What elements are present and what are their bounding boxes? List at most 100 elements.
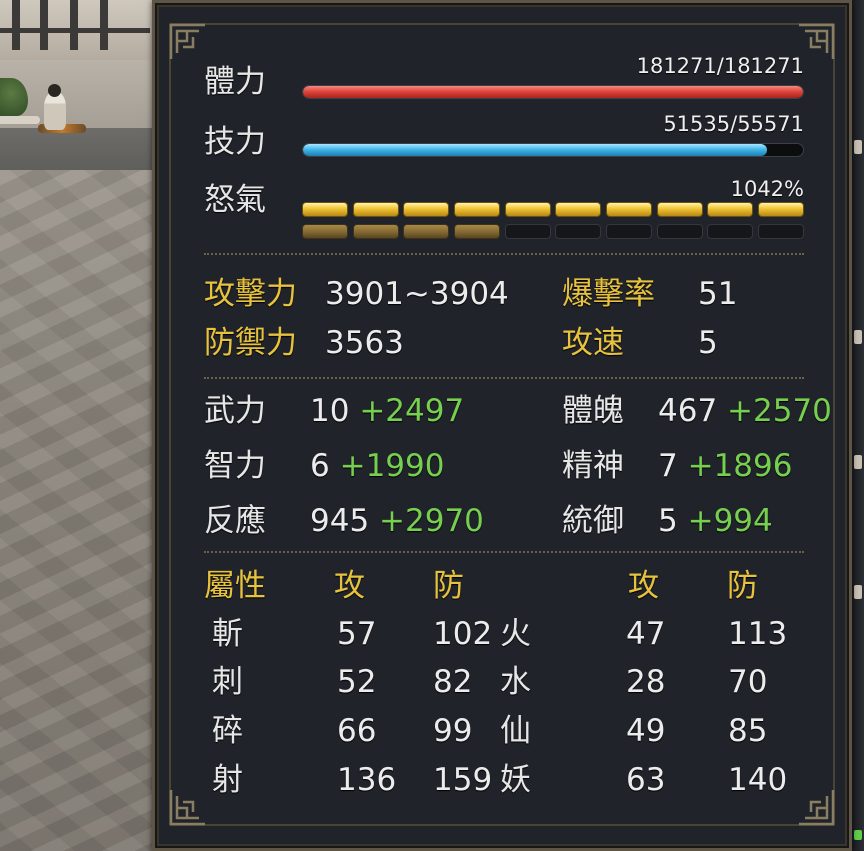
rage-pip [302,202,348,217]
rage-pip [454,224,500,239]
stat-base: 7 [658,448,678,484]
edge-handle [854,585,862,599]
stat-row-jingshen: 7 +1896 [658,448,792,484]
stat-base: 945 [310,503,370,539]
sp-bar [302,143,804,157]
attack-label: 攻擊力 [204,276,297,312]
right-edge-ui-strip [852,0,864,851]
rage-label: 怒氣 [204,182,266,218]
stat-bonus: +2497 [359,393,465,429]
speed-label: 攻速 [562,325,624,361]
rage-pip [454,202,500,217]
attribute-atk: 57 [337,616,377,652]
section-divider [204,253,804,255]
rage-pip [555,202,602,217]
rage-pip [403,202,450,217]
rage-pip [403,224,450,239]
stat-bonus: +1896 [687,448,793,484]
npc-head [48,84,61,97]
corner-ornament-icon [797,788,835,826]
attribute-atk-header-2: 攻 [628,568,659,604]
stat-row-tongyu: 5 +994 [658,503,773,539]
fence-post [12,0,20,50]
rage-pip [758,202,804,217]
rage-pip [707,224,754,239]
fence-post [40,0,48,50]
attribute-type: 刺 [212,664,243,700]
stat-label: 反應 [204,503,266,539]
stat-row-wuli: 10 +2497 [310,393,464,429]
hp-bar [302,85,804,99]
rage-gauge-row-1 [302,202,804,220]
attribute-type: 射 [212,762,243,798]
stat-label: 精神 [562,448,624,484]
stat-bonus: +2970 [379,503,484,539]
rage-pip [656,202,703,217]
sp-label: 技力 [204,124,266,160]
section-divider [204,377,804,379]
background-curb [0,116,40,124]
stat-label: 體魄 [562,393,624,429]
rage-pip [606,202,652,217]
stat-row-zhili: 6 +1990 [310,448,444,484]
stat-label: 統御 [562,503,624,539]
edge-indicator [854,830,862,840]
fence-rail [0,28,150,33]
attribute-atk: 52 [337,664,377,700]
section-divider [204,551,804,553]
rage-pip [504,202,551,217]
attribute-atk-2: 47 [626,616,666,652]
rage-pip [302,224,348,239]
stat-label: 武力 [204,393,266,429]
sp-value: 51535/55571 [663,112,804,136]
stat-row-tipo: 467 +2570 [658,393,832,429]
rage-pip [352,202,399,217]
attribute-def: 99 [433,713,473,749]
hp-label: 體力 [204,64,266,100]
hp-bar-fill [303,86,803,98]
attribute-type-2: 仙 [500,713,531,749]
stat-base: 6 [310,448,330,484]
rage-gauge-row-2 [302,224,804,242]
attribute-type-2: 火 [500,616,531,652]
stat-bonus: +2570 [727,393,832,429]
npc-figure[interactable] [44,92,66,130]
hp-value: 181271/181271 [636,54,804,78]
defense-label: 防禦力 [204,325,297,361]
crit-label: 爆擊率 [562,276,655,312]
attribute-atk: 136 [337,762,397,798]
corner-ornament-icon [169,23,207,61]
rage-pip [555,224,602,239]
attribute-def-2: 113 [728,616,788,652]
rage-pip [707,202,754,217]
attribute-atk-2: 28 [626,664,666,700]
rage-pip [352,224,399,239]
attribute-def: 159 [433,762,493,798]
rage-pip [606,224,652,239]
speed-value: 5 [698,325,718,361]
attribute-type: 碎 [212,713,243,749]
stat-row-fanying: 945 +2970 [310,503,484,539]
rage-pip [656,224,703,239]
attribute-title: 屬性 [204,568,266,604]
attribute-atk-2: 49 [626,713,666,749]
attribute-def-2: 70 [728,664,768,700]
edge-handle [854,330,862,344]
attribute-def-2: 85 [728,713,768,749]
attribute-atk-2: 63 [626,762,666,798]
defense-value: 3563 [325,325,404,361]
attribute-def: 102 [433,616,493,652]
stat-bonus: +1990 [339,448,445,484]
attribute-atk-header: 攻 [334,568,365,604]
rage-pip [758,224,804,239]
rage-value: 1042% [730,177,804,201]
stat-base: 10 [310,393,350,429]
fence-post [100,0,108,50]
attribute-def-2: 140 [728,762,788,798]
rage-pip [504,224,551,239]
attribute-def-header: 防 [433,568,464,604]
attribute-type-2: 妖 [500,762,531,798]
stat-bonus: +994 [687,503,773,539]
edge-handle [854,455,862,469]
corner-ornament-icon [169,788,207,826]
